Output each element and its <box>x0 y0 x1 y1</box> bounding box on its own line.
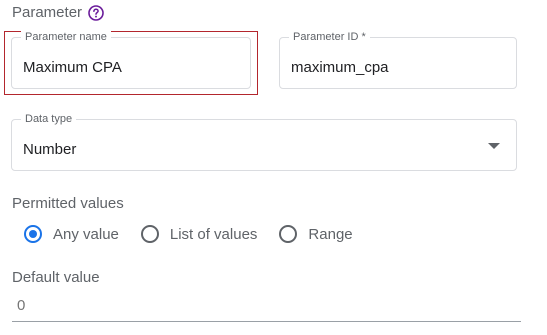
section-title: Parameter <box>12 4 83 21</box>
parameter-id-field[interactable]: Parameter ID * maximum_cpa <box>279 31 517 89</box>
radio-list-of-values[interactable]: List of values <box>140 225 258 243</box>
permitted-values-radio-group: Any value List of values Range <box>24 225 375 243</box>
radio-range[interactable]: Range <box>279 225 353 243</box>
data-type-label: Data type <box>21 113 77 125</box>
radio-any-value[interactable]: Any value <box>24 225 119 243</box>
parameter-id-label: Parameter ID * <box>289 31 370 43</box>
data-type-value: Number <box>23 141 77 158</box>
radio-checked-icon[interactable] <box>24 225 42 243</box>
radio-any-value-label: Any value <box>53 225 119 243</box>
default-value-label: Default value <box>12 269 100 286</box>
dropdown-arrow-icon[interactable] <box>488 143 500 149</box>
parameter-name-value: Maximum CPA <box>23 59 122 76</box>
radio-unchecked-icon[interactable] <box>279 225 298 243</box>
permitted-values-label: Permitted values <box>12 195 124 212</box>
section-header: Parameter <box>12 4 104 21</box>
help-circle-icon[interactable] <box>88 4 104 21</box>
parameter-name-label: Parameter name <box>21 31 111 43</box>
parameter-form: Parameter Parameter name Maximum CPA Par… <box>0 0 547 335</box>
default-value-input[interactable] <box>12 290 521 322</box>
parameter-id-value: maximum_cpa <box>291 59 389 76</box>
radio-unchecked-icon[interactable] <box>140 225 159 243</box>
radio-range-label: Range <box>308 225 353 243</box>
data-type-select[interactable]: Data type Number <box>11 113 517 171</box>
parameter-name-field[interactable]: Parameter name Maximum CPA <box>11 31 251 89</box>
radio-list-of-values-label: List of values <box>169 225 258 243</box>
